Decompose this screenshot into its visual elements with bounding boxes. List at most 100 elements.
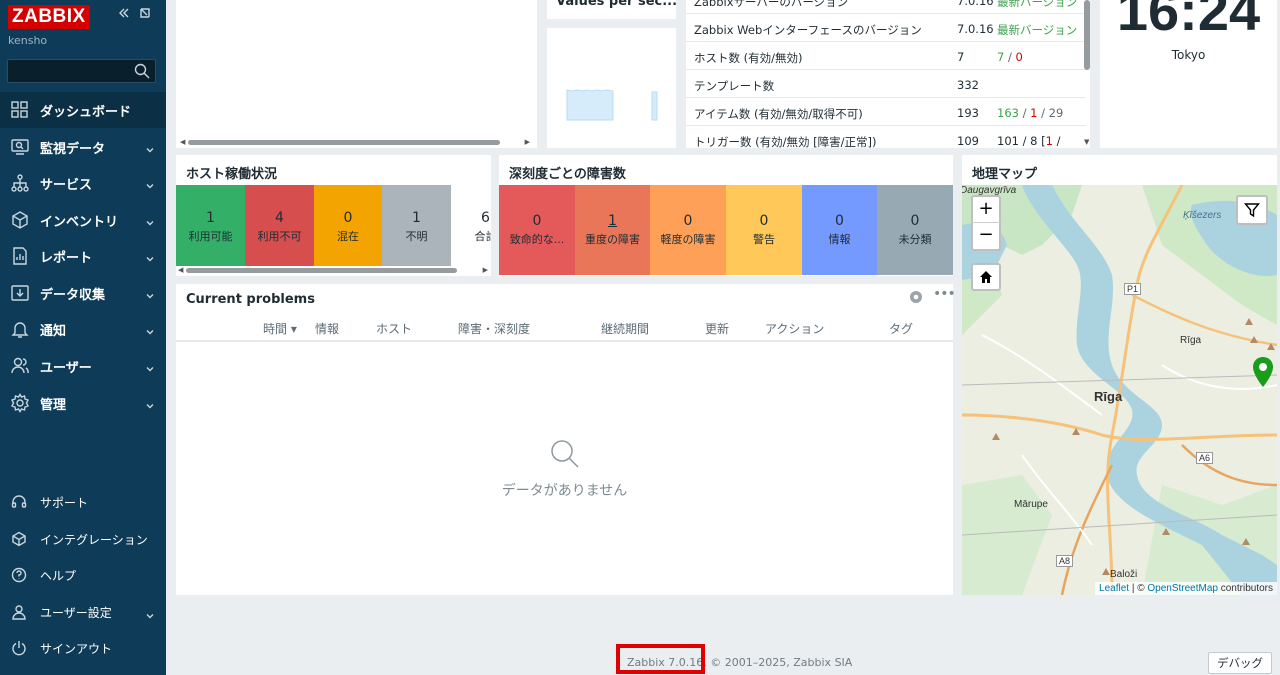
scroll-left-icon[interactable]: ◀: [180, 138, 185, 146]
data-collection-icon: [10, 283, 30, 303]
sysinfo-value: 7.0.16: [957, 22, 994, 36]
horizontal-scrollbar[interactable]: ◀ ▶: [178, 266, 488, 274]
search-icon[interactable]: [133, 62, 151, 80]
scrollbar-thumb[interactable]: [188, 140, 500, 145]
sign-out-icon: [11, 640, 27, 656]
menu-item-alerts[interactable]: 通知: [0, 311, 166, 347]
scroll-down-icon[interactable]: ▼: [1084, 138, 1089, 146]
menu-item-label: データ収集: [40, 287, 106, 303]
inventory-icon: [10, 210, 30, 230]
map-label-a6: A6: [1196, 452, 1214, 464]
system-information-widget: Zabbixサーバーのバージョン 7.0.16 最新バージョン Zabbix W…: [686, 0, 1090, 148]
menu-item-label: サービス: [40, 177, 93, 193]
dashboard-icon: [10, 100, 30, 120]
zabbix-logo[interactable]: ZABBIX: [8, 5, 90, 29]
menu-item-administration[interactable]: 管理: [0, 385, 166, 421]
map-canvas[interactable]: Ķīšezers Daugavgrīva P1 Rīga Rīga A6 Mār…: [962, 185, 1277, 595]
values-per-second-widget: Values per sec...: [547, 0, 678, 19]
sysinfo-value: 332: [957, 78, 979, 92]
menu-item-label: 監視データ: [40, 141, 106, 157]
collapse-sidebar-icon[interactable]: [117, 6, 131, 24]
users-icon: [10, 356, 30, 376]
widget-title: 深刻度ごとの障害数: [509, 167, 626, 182]
host-avail-cell[interactable]: 1 不明: [382, 185, 451, 266]
sysinfo-row: Zabbix Webインターフェースのバージョン 7.0.16 最新バージョン: [686, 14, 1086, 42]
leaflet-link[interactable]: Leaflet: [1099, 583, 1129, 594]
sysinfo-param: Zabbix Webインターフェースのバージョン: [694, 23, 922, 37]
sysinfo-value: 193: [957, 106, 979, 120]
chevron-down-icon: [146, 143, 154, 153]
menu-item-inventory[interactable]: インベントリ: [0, 202, 166, 238]
search-icon: [549, 438, 581, 473]
map-label-a8: A8: [1056, 555, 1074, 567]
menu-item-integrations[interactable]: インテグレーション: [0, 524, 166, 554]
gear-icon[interactable]: [909, 290, 923, 307]
menu-item-support[interactable]: サポート: [0, 487, 166, 517]
map-label-riga-small: Rīga: [1180, 335, 1202, 346]
chevron-down-icon: [146, 252, 154, 262]
zoom-out-button[interactable]: −: [971, 223, 1001, 251]
widget-title: Values per sec...: [556, 0, 678, 9]
menu-item-label: ユーザー設定: [40, 605, 112, 620]
severity-cell[interactable]: 1 重度の障害: [575, 185, 650, 275]
menu-item-sign-out[interactable]: サインアウト: [0, 633, 166, 663]
menu-item-label: ヘルプ: [40, 568, 77, 583]
zoom-in-button[interactable]: +: [971, 195, 1001, 223]
chevron-down-icon: [146, 289, 154, 299]
map-marker-icon[interactable]: [1252, 356, 1274, 388]
kiosk-mode-icon[interactable]: [138, 6, 152, 24]
host-avail-cell[interactable]: 6合計: [451, 185, 491, 266]
search-input[interactable]: [7, 59, 156, 83]
filter-button[interactable]: [1236, 195, 1268, 225]
horizontal-scrollbar[interactable]: ◀ ▶: [180, 138, 530, 146]
chevron-down-icon: [146, 179, 154, 189]
menu-item-data-collection[interactable]: データ収集: [0, 275, 166, 311]
menu-item-services[interactable]: サービス: [0, 165, 166, 201]
column-header-update: 更新: [705, 322, 730, 336]
column-header-time[interactable]: 時間 ▾: [263, 320, 297, 337]
menu-item-monitoring[interactable]: 監視データ: [0, 129, 166, 165]
vertical-scrollbar-thumb[interactable]: [1084, 0, 1090, 70]
osm-link[interactable]: OpenStreetMap: [1147, 583, 1218, 594]
sysinfo-details: 7 / 0: [997, 50, 1023, 64]
menu-item-label: 通知: [40, 323, 67, 339]
menu-item-help[interactable]: ヘルプ: [0, 560, 166, 590]
severity-cell[interactable]: 0 致命的な...: [499, 185, 575, 275]
more-options-icon[interactable]: •••: [933, 286, 956, 302]
enabled-count: 163: [997, 106, 1019, 120]
host-avail-cell[interactable]: 4 利用不可: [245, 185, 314, 266]
host-avail-cell[interactable]: 0 混在: [314, 185, 382, 266]
disabled-count: 0: [1015, 50, 1023, 64]
reports-icon: [10, 246, 30, 266]
debug-button[interactable]: デバッグ: [1208, 652, 1272, 674]
highlight-box: [616, 644, 705, 674]
menu-item-user-settings[interactable]: ユーザー設定: [0, 597, 166, 627]
menu-item-label: ユーザー: [40, 360, 92, 376]
widget-title: ホスト稼働状況: [186, 167, 278, 182]
column-header-problem-severity: 障害・深刻度: [458, 322, 531, 336]
map-label-kisezers: Ķīšezers: [1183, 210, 1222, 221]
column-header-actions: アクション: [765, 322, 825, 336]
menu-item-dashboards[interactable]: ダッシュボード: [0, 92, 166, 128]
separator: /: [1004, 50, 1016, 64]
scroll-left-icon[interactable]: ◀: [178, 266, 183, 274]
sysinfo-row: トリガー数 (有効/無効 [障害/正常]) 109 101 / 8 [1 / 1…: [686, 126, 1086, 148]
severity-cell[interactable]: 0 未分類: [877, 185, 953, 275]
alerts-icon: [10, 319, 30, 339]
host-avail-cell[interactable]: 1 利用可能: [176, 185, 245, 266]
scroll-right-icon[interactable]: ▶: [525, 138, 530, 146]
home-button[interactable]: [971, 263, 1001, 291]
map-attribution: Leaflet | © OpenStreetMap contributors: [1095, 582, 1277, 595]
scrollbar-thumb[interactable]: [186, 268, 457, 273]
severity-cell[interactable]: 0 軽度の障害: [650, 185, 726, 275]
severity-cell[interactable]: 0 警告: [726, 185, 802, 275]
map-label-marupe: Mārupe: [1014, 499, 1048, 510]
menu-item-reports[interactable]: レポート: [0, 238, 166, 274]
geomap-widget: 地理マップ Ķīšezers Daugavgrīva P1 Rīga Rīga …: [962, 155, 1277, 595]
support-icon: [11, 494, 27, 510]
sysinfo-row: アイテム数 (有効/無効/取得不可) 193 163 / 1 / 29: [686, 98, 1086, 126]
severity-cell[interactable]: 0 情報: [802, 185, 877, 275]
scroll-right-icon[interactable]: ▶: [483, 266, 488, 274]
menu-item-label: インベントリ: [40, 214, 119, 230]
menu-item-users[interactable]: ユーザー: [0, 348, 166, 384]
